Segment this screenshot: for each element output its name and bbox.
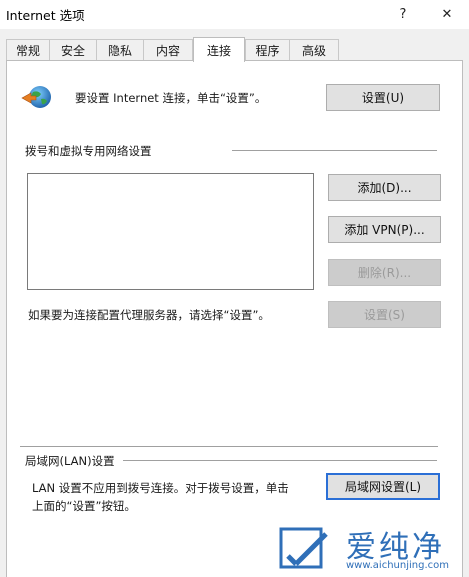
dialup-separator xyxy=(232,150,437,151)
connections-listbox[interactable] xyxy=(27,173,314,290)
title-bar: Internet 选项 ? ✕ xyxy=(0,0,469,29)
lan-text-line1: LAN 设置不应用到拨号连接。对于拨号设置，单击 xyxy=(32,481,289,495)
tab-general[interactable]: 常规 xyxy=(6,39,50,60)
tab-programs[interactable]: 程序 xyxy=(245,39,290,60)
dialup-settings-button[interactable]: 设置(S) xyxy=(328,301,441,328)
lan-settings-button[interactable]: 局域网设置(L) xyxy=(326,473,440,500)
add-connection-button[interactable]: 添加(D)... xyxy=(328,174,441,201)
tab-content[interactable]: 内容 xyxy=(143,39,193,60)
watermark-logo-icon xyxy=(279,527,328,569)
lan-top-separator xyxy=(20,446,438,447)
proxy-hint-text: 如果要为连接配置代理服务器，请选择“设置”。 xyxy=(28,308,270,322)
watermark-url: www.aichunjing.com xyxy=(346,560,449,571)
add-vpn-button[interactable]: 添加 VPN(P)... xyxy=(328,216,441,243)
setup-button[interactable]: 设置(U) xyxy=(326,84,440,111)
tab-advanced[interactable]: 高级 xyxy=(289,39,339,60)
close-icon: ✕ xyxy=(441,7,453,22)
setup-text: 要设置 Internet 连接，单击“设置”。 xyxy=(75,91,267,105)
lan-section-title: 局域网(LAN)设置 xyxy=(25,454,115,468)
close-button[interactable]: ✕ xyxy=(427,0,467,29)
globe-connect-icon xyxy=(20,84,54,110)
watermark: 爱纯净 www.aichunjing.com xyxy=(278,522,464,574)
tab-strip: 常规 安全 隐私 内容 连接 程序 高级 xyxy=(0,37,469,62)
remove-button[interactable]: 删除(R)... xyxy=(328,259,441,286)
window-title: Internet 选项 xyxy=(6,8,85,23)
lan-text-line2: 上面的“设置”按钮。 xyxy=(32,499,136,513)
help-icon: ? xyxy=(399,7,407,22)
help-button[interactable]: ? xyxy=(383,0,423,29)
dialup-section-title: 拨号和虚拟专用网络设置 xyxy=(25,144,152,158)
lan-separator xyxy=(123,460,437,461)
tab-security[interactable]: 安全 xyxy=(49,39,97,60)
tab-privacy[interactable]: 隐私 xyxy=(96,39,144,60)
tab-connections[interactable]: 连接 xyxy=(193,37,245,62)
